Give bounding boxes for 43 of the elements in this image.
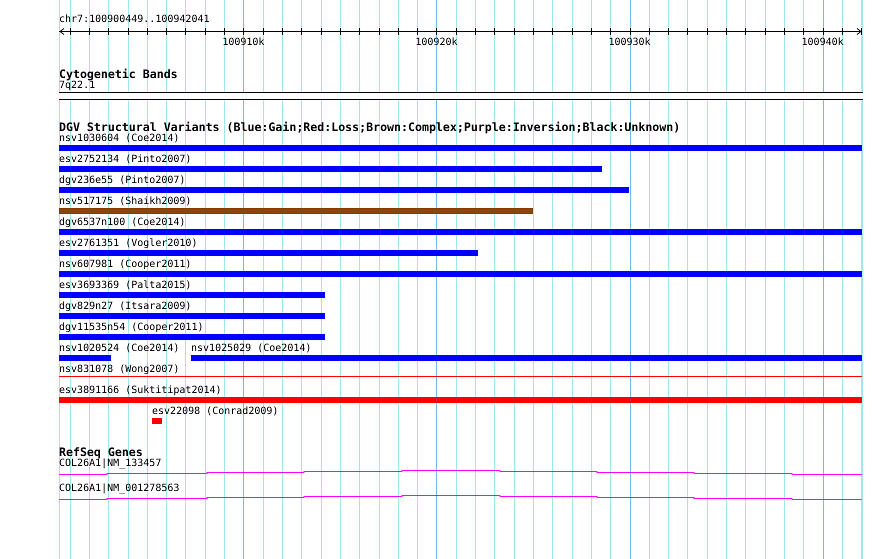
variant-bar[interactable] (152, 418, 162, 424)
tick-label: 100910k (222, 37, 264, 48)
variant-bar[interactable] (59, 250, 478, 256)
variant-bar[interactable] (59, 313, 325, 319)
variant-label[interactable]: nsv517175 (Shaikh2009) (59, 196, 192, 208)
track-title: Cytogenetic Bands (59, 68, 179, 80)
variant-bar[interactable] (59, 292, 325, 298)
variant-bar[interactable] (59, 271, 862, 277)
track-title: RefSeq Genes (59, 446, 143, 458)
region-label: chr7:100900449..100942041 (59, 14, 211, 26)
variant-bar[interactable] (59, 145, 862, 151)
gene-label[interactable]: COL26A1|NM_133457 (59, 458, 863, 470)
variant-label[interactable]: esv2761351 (Vogler2010) (59, 238, 198, 250)
variant-label[interactable]: nsv1030604 (Coe2014) (59, 133, 180, 145)
variant-label[interactable]: nsv831078 (Wong2007) (59, 364, 180, 376)
variant-label[interactable]: dgv11535n54 (Cooper2011) (59, 322, 204, 334)
band-label: 7q22.1 (59, 80, 96, 92)
variant-label[interactable]: esv22098 (Conrad2009) (152, 406, 278, 418)
variant-label[interactable]: nsv607981 (Cooper2011) (59, 259, 192, 271)
variant-bar[interactable] (59, 229, 862, 235)
variant-bar[interactable] (59, 397, 862, 403)
gene-model-drawing[interactable] (59, 495, 862, 501)
variant-bar[interactable] (191, 355, 862, 361)
variant-bar[interactable] (59, 334, 325, 340)
tick-label: 100930k (608, 37, 651, 48)
tick-label: 100920k (415, 37, 458, 48)
gene-label[interactable]: COL26A1|NM_001278563 (59, 483, 863, 495)
variant-line[interactable] (59, 376, 862, 377)
variant-bar[interactable] (59, 187, 629, 193)
variant-bar[interactable] (59, 355, 111, 361)
variant-label[interactable]: esv2752134 (Pinto2007) (59, 154, 192, 166)
track-title: DGV Structural Variants (Blue:Gain;Red:Loss;Brown:Complex;Purple:Inversion;Black:Unknown) (59, 121, 682, 133)
variant-bar[interactable] (59, 208, 533, 214)
variant-label[interactable]: dgv829n27 (Itsara2009) (59, 301, 192, 313)
variant-label[interactable]: nsv1020524 (Coe2014) (59, 343, 180, 355)
variant-label[interactable]: dgv6537n100 (Coe2014) (59, 217, 186, 229)
tick-label: 100940k (802, 37, 844, 48)
variant-label[interactable]: nsv1025029 (Coe2014) (191, 343, 312, 355)
variant-label[interactable]: dgv236e55 (Pinto2007) (59, 175, 186, 187)
variant-label[interactable]: esv3693369 (Palta2015) (59, 280, 192, 292)
gene-model-drawing[interactable] (59, 470, 862, 476)
variant-bar[interactable] (59, 166, 602, 172)
variant-label[interactable]: esv3891166 (Suktitipat2014) (59, 385, 222, 397)
